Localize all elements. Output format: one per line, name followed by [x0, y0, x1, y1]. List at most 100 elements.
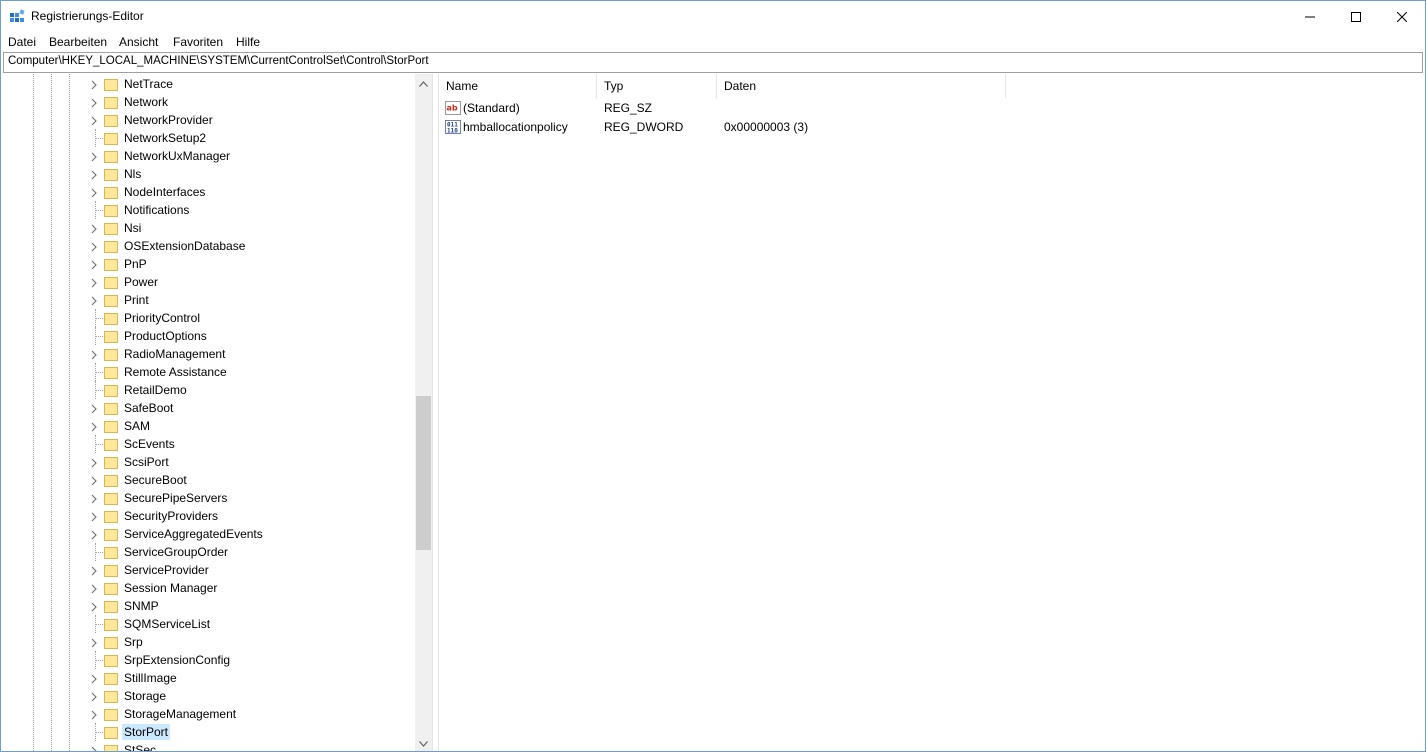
tree-item[interactable]: OSExtensionDatabase [1, 237, 415, 255]
chevron-right-icon[interactable] [89, 745, 99, 751]
folder-icon [104, 455, 118, 469]
tree-connector-line [95, 390, 103, 391]
pane-splitter[interactable] [432, 74, 439, 751]
tree-connector-line [95, 138, 103, 139]
tree-item[interactable]: SecurePipeServers [1, 489, 415, 507]
tree-item[interactable]: NetTrace [1, 75, 415, 93]
title-bar[interactable]: Registrierungs-Editor [1, 1, 1425, 32]
menu-hilfe[interactable]: Hilfe [236, 35, 260, 49]
chevron-right-icon[interactable] [89, 493, 99, 504]
tree-item[interactable]: SafeBoot [1, 399, 415, 417]
tree-item[interactable]: ServiceProvider [1, 561, 415, 579]
tree-item[interactable]: NetworkSetup2 [1, 129, 415, 147]
tree-vertical-scrollbar[interactable] [415, 74, 432, 751]
tree-item[interactable]: StorageManagement [1, 705, 415, 723]
tree-item[interactable]: SrpExtensionConfig [1, 651, 415, 669]
chevron-right-icon[interactable] [89, 223, 99, 234]
close-button[interactable] [1379, 1, 1425, 32]
chevron-right-icon[interactable] [89, 601, 99, 612]
chevron-right-icon[interactable] [89, 79, 99, 90]
tree-item[interactable]: PriorityControl [1, 309, 415, 327]
tree-item-label: SrpExtensionConfig [124, 653, 231, 667]
scrollbar-thumb[interactable] [416, 396, 431, 550]
tree-item-label: SafeBoot [124, 401, 174, 415]
tree-item[interactable]: ScEvents [1, 435, 415, 453]
tree-item[interactable]: Network [1, 93, 415, 111]
menu-ansicht[interactable]: Ansicht [119, 35, 158, 49]
column-header-data[interactable]: Daten [717, 74, 1006, 98]
column-header-type[interactable]: Typ [597, 74, 717, 98]
tree-item[interactable]: Session Manager [1, 579, 415, 597]
chevron-right-icon[interactable] [89, 97, 99, 108]
chevron-right-icon[interactable] [89, 565, 99, 576]
minimize-button[interactable] [1287, 1, 1333, 32]
chevron-right-icon[interactable] [89, 115, 99, 126]
tree-item[interactable]: SQMServiceList [1, 615, 415, 633]
column-header-name[interactable]: Name [439, 74, 597, 98]
tree-item[interactable]: ServiceGroupOrder [1, 543, 415, 561]
chevron-right-icon[interactable] [89, 403, 99, 414]
chevron-right-icon[interactable] [89, 583, 99, 594]
tree-connector-line [95, 624, 103, 625]
tree-item[interactable]: Nls [1, 165, 415, 183]
tree-item[interactable]: ServiceAggregatedEvents [1, 525, 415, 543]
chevron-right-icon[interactable] [89, 349, 99, 360]
tree-item[interactable]: RetailDemo [1, 381, 415, 399]
value-row[interactable]: ab (Standard) REG_SZ [439, 99, 1425, 118]
tree-item[interactable]: StorPort [1, 723, 415, 741]
chevron-right-icon[interactable] [89, 187, 99, 198]
menu-datei[interactable]: Datei [8, 35, 36, 49]
menu-favoriten[interactable]: Favoriten [173, 35, 223, 49]
chevron-right-icon[interactable] [89, 511, 99, 522]
chevron-right-icon[interactable] [89, 673, 99, 684]
tree-item[interactable]: SecurityProviders [1, 507, 415, 525]
tree-item[interactable]: ScsiPort [1, 453, 415, 471]
tree-item[interactable]: RadioManagement [1, 345, 415, 363]
chevron-right-icon[interactable] [89, 691, 99, 702]
tree-item[interactable]: SNMP [1, 597, 415, 615]
chevron-right-icon[interactable] [89, 151, 99, 162]
chevron-right-icon[interactable] [89, 457, 99, 468]
menu-bearbeiten[interactable]: Bearbeiten [49, 35, 107, 49]
tree-item[interactable]: StillImage [1, 669, 415, 687]
chevron-right-icon[interactable] [89, 529, 99, 540]
tree-item[interactable]: Remote Assistance [1, 363, 415, 381]
chevron-right-icon[interactable] [89, 169, 99, 180]
folder-icon [104, 617, 118, 631]
tree-item[interactable]: Power [1, 273, 415, 291]
tree-item[interactable]: Srp [1, 633, 415, 651]
close-icon [1397, 11, 1407, 22]
address-path[interactable]: Computer\HKEY_LOCAL_MACHINE\SYSTEM\Curre… [8, 55, 429, 67]
tree-item[interactable]: NetworkProvider [1, 111, 415, 129]
chevron-right-icon[interactable] [89, 637, 99, 648]
tree-item[interactable]: ProductOptions [1, 327, 415, 345]
address-bar[interactable]: Computer\HKEY_LOCAL_MACHINE\SYSTEM\Curre… [3, 52, 1423, 73]
chevron-right-icon[interactable] [89, 241, 99, 252]
tree-item[interactable]: SAM [1, 417, 415, 435]
chevron-right-icon[interactable] [89, 277, 99, 288]
chevron-right-icon[interactable] [89, 295, 99, 306]
tree-item[interactable]: Print [1, 291, 415, 309]
chevron-right-icon[interactable] [89, 259, 99, 270]
tree-item[interactable]: PnP [1, 255, 415, 273]
tree-item[interactable]: NetworkUxManager [1, 147, 415, 165]
chevron-right-icon[interactable] [89, 475, 99, 486]
tree-item[interactable]: SecureBoot [1, 471, 415, 489]
tree-item[interactable]: Storage [1, 687, 415, 705]
tree-item[interactable]: StSec [1, 741, 415, 751]
maximize-button[interactable] [1333, 1, 1379, 32]
tree-item[interactable]: Notifications [1, 201, 415, 219]
folder-icon [104, 365, 118, 379]
key-tree-pane: NetTrace Network NetworkProvider NetworkSet… [1, 74, 432, 751]
scroll-down-arrow[interactable] [415, 734, 432, 751]
folder-icon [104, 167, 118, 181]
tree-item[interactable]: Nsi [1, 219, 415, 237]
value-row[interactable]: 011 110 hmballocationpolicy REG_DWORD 0x… [439, 118, 1425, 137]
tree-item[interactable]: NodeInterfaces [1, 183, 415, 201]
folder-icon [104, 581, 118, 595]
scroll-up-arrow[interactable] [415, 74, 432, 91]
chevron-right-icon[interactable] [89, 421, 99, 432]
chevron-right-icon[interactable] [89, 709, 99, 720]
tree-item-label: NetworkUxManager [124, 149, 231, 163]
folder-icon [104, 599, 118, 613]
